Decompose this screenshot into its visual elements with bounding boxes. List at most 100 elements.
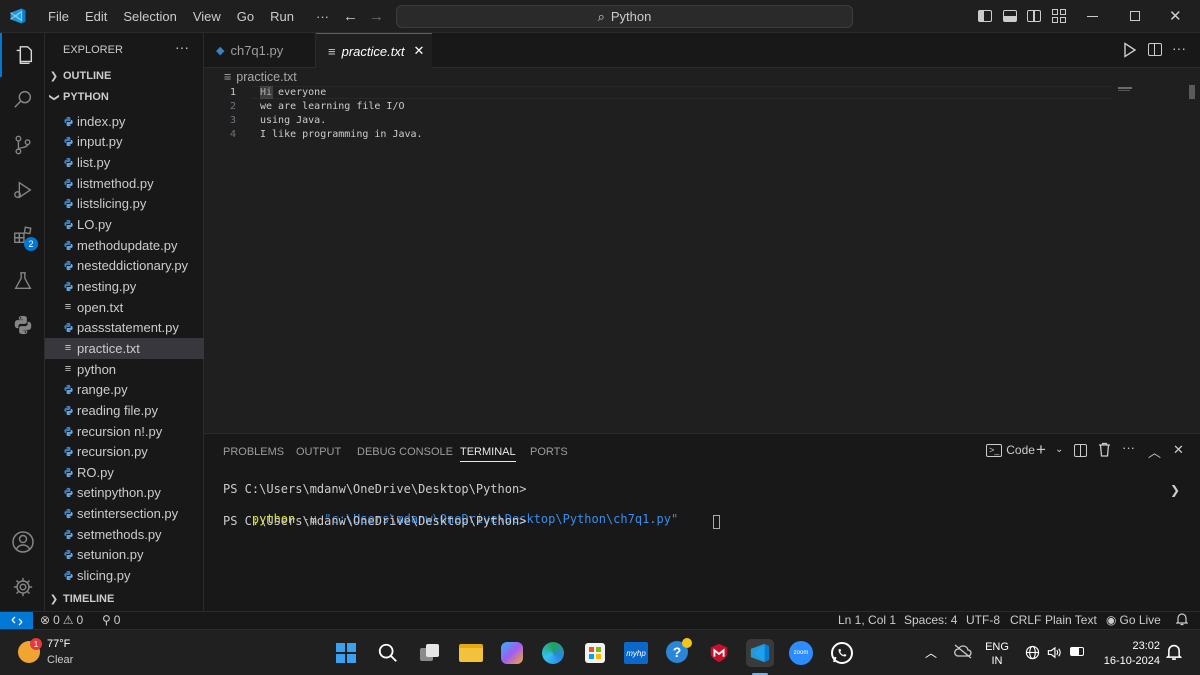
edge-browser-icon[interactable]	[539, 639, 567, 667]
menu-run[interactable]: Run	[262, 9, 302, 24]
file-item[interactable]: recursion n!.py	[45, 421, 204, 442]
battery-icon[interactable]	[1070, 647, 1084, 656]
file-item[interactable]: LO.py	[45, 214, 204, 235]
customize-layout-icon[interactable]	[1052, 9, 1066, 23]
testing-icon[interactable]	[0, 259, 45, 303]
tab-practice[interactable]: ≡ practice.txt ✕	[316, 33, 432, 68]
menu-go[interactable]: Go	[229, 9, 262, 24]
file-item[interactable]: passstatement.py	[45, 318, 204, 339]
close-tab-icon[interactable]: ✕	[413, 43, 424, 59]
file-item[interactable]: methodupdate.py	[45, 235, 204, 256]
file-item[interactable]: input.py	[45, 132, 204, 153]
tab-terminal[interactable]: TERMINAL	[460, 446, 516, 462]
new-terminal-icon[interactable]: +	[1036, 440, 1046, 460]
forward-arrow-icon[interactable]: →	[369, 8, 384, 25]
volume-icon[interactable]	[1046, 645, 1062, 663]
cursor-position[interactable]: Ln 1, Col 1	[838, 613, 896, 627]
indentation[interactable]: Spaces: 4	[904, 613, 957, 627]
file-item[interactable]: nesteddictionary.py	[45, 256, 204, 277]
vertical-scrollbar[interactable]	[1189, 85, 1195, 99]
terminal-profile[interactable]: >_ Code	[986, 443, 1035, 457]
file-explorer-icon[interactable]	[457, 639, 485, 667]
breadcrumb[interactable]: ≡ practice.txt	[224, 68, 297, 85]
explorer-more-button[interactable]: ···	[175, 39, 189, 55]
menu-view[interactable]: View	[185, 9, 229, 24]
file-item[interactable]: ≡ python	[45, 359, 204, 380]
tab-ports[interactable]: PORTS	[530, 446, 568, 458]
remote-indicator-icon[interactable]	[0, 612, 33, 630]
language-mode[interactable]: Plain Text	[1045, 613, 1097, 627]
file-item[interactable]: index.py	[45, 111, 204, 132]
search-icon[interactable]	[374, 639, 402, 667]
chevron-right-icon[interactable]: ❯	[1170, 483, 1180, 497]
command-center-search[interactable]: ⌕ Python	[396, 5, 853, 28]
file-item[interactable]: listslicing.py	[45, 194, 204, 215]
globe-network-icon[interactable]	[1025, 645, 1040, 663]
file-item[interactable]: setintersection.py	[45, 503, 204, 524]
source-control-icon[interactable]	[0, 123, 45, 167]
run-file-icon[interactable]	[1123, 42, 1137, 61]
file-item[interactable]: list.py	[45, 152, 204, 173]
chevron-down-icon[interactable]: ⌄	[1055, 444, 1063, 455]
ports-indicator[interactable]: ⚲ 0	[102, 613, 120, 627]
tab-output[interactable]: OUTPUT	[296, 446, 341, 458]
menu-selection[interactable]: Selection	[115, 9, 184, 24]
minimize-icon[interactable]	[1087, 16, 1098, 17]
go-live-button[interactable]: ◉ Go Live	[1106, 613, 1161, 627]
trash-icon[interactable]	[1098, 442, 1111, 460]
language-indicator[interactable]: ENG IN	[985, 640, 1009, 668]
python-folder-section[interactable]: ❯ PYTHON	[45, 87, 204, 107]
menu-file[interactable]: File	[40, 9, 77, 24]
tab-problems[interactable]: PROBLEMS	[223, 446, 284, 458]
search-icon[interactable]	[0, 77, 45, 121]
outline-section[interactable]: ❯ OUTLINE	[45, 66, 204, 86]
menu-more[interactable]: ···	[302, 9, 337, 24]
problems-indicator[interactable]: ⊗ 0 ⚠ 0	[40, 613, 83, 627]
copilot-icon[interactable]	[498, 639, 526, 667]
more-actions-button[interactable]: ···	[1172, 40, 1186, 56]
restore-icon[interactable]	[1130, 11, 1140, 21]
split-terminal-icon[interactable]	[1074, 444, 1087, 457]
file-item[interactable]: setunion.py	[45, 545, 204, 566]
vscode-taskbar-icon[interactable]	[746, 639, 774, 667]
toggle-panel-icon[interactable]	[1003, 10, 1017, 22]
minimap[interactable]	[1116, 85, 1186, 433]
editor-area[interactable]: 1 2 3 4 Hi everyone we are learning file…	[204, 85, 1200, 433]
myhp-icon[interactable]: myhp	[622, 639, 650, 667]
file-item[interactable]: setmethods.py	[45, 524, 204, 545]
tab-ch7q1[interactable]: ◆ ch7q1.py	[204, 33, 316, 68]
back-arrow-icon[interactable]: ←	[343, 8, 358, 25]
explorer-icon[interactable]	[0, 33, 45, 77]
clock[interactable]: 23:02 16-10-2024	[1098, 639, 1160, 669]
file-item[interactable]: listmethod.py	[45, 173, 204, 194]
show-hidden-icons-chevron-up-icon[interactable]: ︿	[925, 644, 937, 661]
close-panel-icon[interactable]: ✕	[1173, 442, 1184, 458]
help-icon[interactable]: ?	[664, 638, 692, 667]
file-item[interactable]: ≡ practice.txt	[45, 338, 204, 359]
python-icon[interactable]	[0, 303, 45, 347]
toggle-secondary-sidebar-icon[interactable]	[1027, 10, 1041, 22]
file-item[interactable]: nesting.py	[45, 276, 204, 297]
notifications-bell-icon[interactable]	[1175, 612, 1189, 629]
menu-edit[interactable]: Edit	[77, 9, 115, 24]
panel-more-button[interactable]: ···	[1122, 440, 1135, 455]
file-item[interactable]: range.py	[45, 379, 204, 400]
windows-start-icon[interactable]	[332, 639, 360, 667]
close-icon[interactable]: ✕	[1169, 7, 1182, 25]
account-icon[interactable]	[0, 520, 45, 564]
run-debug-icon[interactable]	[0, 168, 45, 212]
extensions-icon[interactable]: 2	[0, 213, 45, 257]
file-item[interactable]: ≡ open.txt	[45, 297, 204, 318]
task-view-icon[interactable]	[416, 639, 444, 667]
microsoft-store-icon[interactable]	[581, 639, 609, 667]
file-item[interactable]: reading file.py	[45, 400, 204, 421]
settings-gear-icon[interactable]	[0, 565, 45, 609]
mcafee-icon[interactable]	[705, 639, 733, 667]
file-item[interactable]: setinpython.py	[45, 483, 204, 504]
timeline-section[interactable]: ❯ TIMELINE	[45, 589, 204, 609]
zoom-icon[interactable]: zoom	[787, 639, 815, 667]
whatsapp-icon[interactable]	[828, 639, 856, 667]
notifications-bell-icon[interactable]	[1165, 643, 1183, 664]
file-item[interactable]: slicing.py	[45, 565, 204, 586]
encoding[interactable]: UTF-8	[966, 613, 1000, 627]
